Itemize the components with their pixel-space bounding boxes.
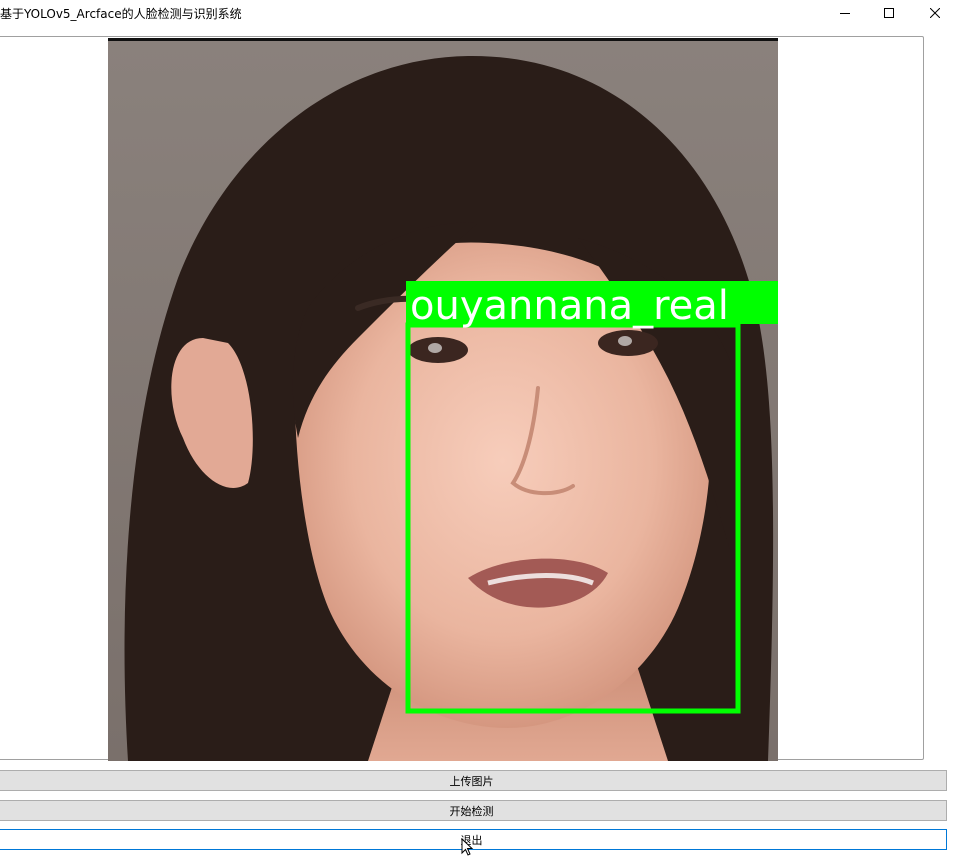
detection-label: ouyannana_real [410, 283, 729, 329]
start-detection-button[interactable]: 开始检测 [0, 800, 947, 821]
close-icon [930, 8, 940, 18]
window-title: 基于YOLOv5_Arcface的人脸检测与识别系统 [0, 7, 242, 21]
maximize-icon [884, 8, 894, 18]
mouse-cursor-icon [461, 838, 474, 856]
detection-result-image: ouyannana_real [108, 38, 778, 761]
upload-image-button[interactable]: 上传图片 [0, 770, 947, 791]
title-bar: 基于YOLOv5_Arcface的人脸检测与识别系统 [0, 0, 953, 26]
minimize-icon [840, 13, 850, 14]
close-button[interactable] [912, 0, 953, 26]
maximize-button[interactable] [866, 0, 912, 26]
minimize-button[interactable] [822, 0, 868, 26]
